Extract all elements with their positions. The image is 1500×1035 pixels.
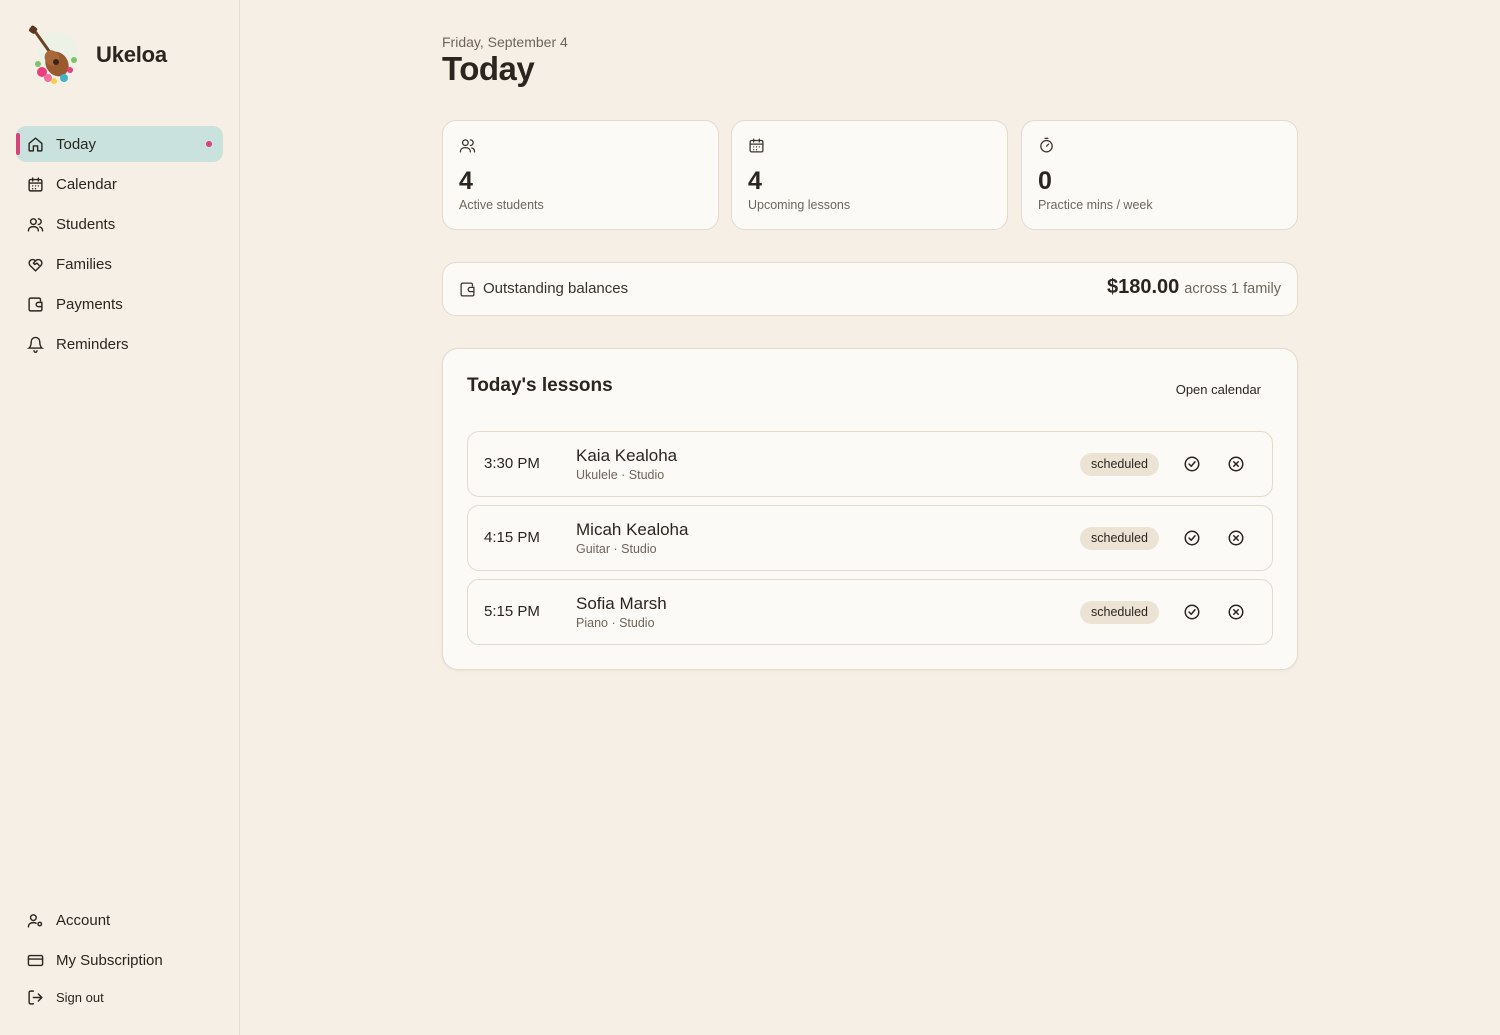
balances-summary: $180.00 across 1 family <box>1107 276 1281 299</box>
sidebar-item-subscription[interactable]: My Subscription <box>16 942 223 978</box>
sidebar-item-label: Reminders <box>56 335 129 353</box>
lesson-time: 5:15 PM <box>484 603 540 620</box>
stat-value: 0 <box>1038 167 1052 195</box>
lesson-row[interactable]: 4:15 PM Micah Kealoha Guitar · Studio sc… <box>467 505 1273 571</box>
sidebar-item-label: Today <box>56 135 97 153</box>
x-circle-icon[interactable] <box>1227 455 1245 473</box>
lesson-student-name: Sofia Marsh <box>576 594 667 613</box>
main-content: Friday, September 4 Today 4 Active stude… <box>240 0 1500 1035</box>
users-icon <box>27 216 44 233</box>
wallet-icon <box>27 296 44 313</box>
active-indicator-dot <box>206 141 212 147</box>
page-title: Today <box>442 50 535 87</box>
balances-amount: $180.00 <box>1107 276 1180 298</box>
ukulele-flower-logo <box>29 25 78 84</box>
users-icon <box>459 139 476 153</box>
sidebar-item-label: My Subscription <box>56 951 163 969</box>
balances-sub: across 1 family <box>1184 281 1281 297</box>
stat-value: 4 <box>748 167 762 195</box>
sidebar-item-students[interactable]: Students <box>16 206 223 242</box>
user-cog-icon <box>27 912 44 929</box>
account-nav: Account My Subscription Sign out <box>16 902 223 1016</box>
calendar-icon <box>749 138 764 153</box>
lesson-time: 4:15 PM <box>484 529 540 546</box>
stat-label: Active students <box>459 198 544 212</box>
heart-handshake-icon <box>27 256 44 273</box>
calendar-icon <box>27 176 44 193</box>
lesson-detail: Ukulele · Studio <box>576 468 665 482</box>
sign-out-button[interactable]: Sign out <box>16 982 223 1012</box>
main-nav: Today Calendar Students Families Payment… <box>16 126 223 366</box>
stat-label: Practice mins / week <box>1038 198 1153 212</box>
sidebar-item-account[interactable]: Account <box>16 902 223 938</box>
lesson-student-name: Micah Kealoha <box>576 520 689 539</box>
lesson-row[interactable]: 5:15 PM Sofia Marsh Piano · Studio sched… <box>467 579 1273 645</box>
stat-card-upcoming-lessons: 4 Upcoming lessons <box>731 120 1008 230</box>
lessons-title: Today's lessons <box>467 375 613 396</box>
app-root: Ukeloa Today Calendar Students Families … <box>0 0 1500 1035</box>
bell-icon <box>27 336 44 353</box>
lesson-time: 3:30 PM <box>484 455 540 472</box>
sign-out-icon <box>27 989 44 1006</box>
sidebar-item-label: Sign out <box>56 989 104 1005</box>
sidebar-item-families[interactable]: Families <box>16 246 223 282</box>
x-circle-icon[interactable] <box>1227 529 1245 547</box>
lesson-detail: Piano · Studio <box>576 616 655 630</box>
lesson-detail: Guitar · Studio <box>576 542 657 556</box>
sidebar-item-label: Account <box>56 911 111 929</box>
credit-card-icon <box>27 952 44 969</box>
balances-label: Outstanding balances <box>483 280 629 297</box>
brand-name: Ukeloa <box>96 42 167 67</box>
stat-card-practice-mins: 0 Practice mins / week <box>1021 120 1298 230</box>
outstanding-balances-card[interactable]: Outstanding balances $180.00 across 1 fa… <box>442 262 1298 316</box>
sidebar-item-label: Families <box>56 255 112 273</box>
status-badge: scheduled <box>1080 601 1159 624</box>
todays-lessons-card: Today's lessons Open calendar 3:30 PM Ka… <box>442 348 1298 670</box>
sidebar-item-label: Payments <box>56 295 123 313</box>
stat-card-active-students: 4 Active students <box>442 120 719 230</box>
sidebar-item-today[interactable]: Today <box>16 126 223 162</box>
status-badge: scheduled <box>1080 453 1159 476</box>
sidebar-item-calendar[interactable]: Calendar <box>16 166 223 202</box>
sidebar-item-reminders[interactable]: Reminders <box>16 326 223 362</box>
sidebar-item-label: Calendar <box>56 175 117 193</box>
sidebar-item-payments[interactable]: Payments <box>16 286 223 322</box>
lesson-student-name: Kaia Kealoha <box>576 446 678 465</box>
sidebar: Ukeloa Today Calendar Students Families … <box>0 0 240 1035</box>
status-badge: scheduled <box>1080 527 1159 550</box>
check-circle-icon[interactable] <box>1183 529 1201 547</box>
timer-icon <box>1040 137 1053 153</box>
stat-label: Upcoming lessons <box>748 198 851 212</box>
check-circle-icon[interactable] <box>1183 455 1201 473</box>
sidebar-item-label: Students <box>56 215 116 233</box>
stat-value: 4 <box>459 167 473 195</box>
brand[interactable]: Ukeloa <box>24 24 167 86</box>
wallet-icon <box>460 282 475 297</box>
home-icon <box>27 136 44 153</box>
x-circle-icon[interactable] <box>1227 603 1245 621</box>
lesson-row[interactable]: 3:30 PM Kaia Kealoha Ukulele · Studio sc… <box>467 431 1273 497</box>
open-calendar-button[interactable]: Open calendar <box>1176 382 1261 397</box>
check-circle-icon[interactable] <box>1183 603 1201 621</box>
date-label: Friday, September 4 <box>442 34 568 50</box>
